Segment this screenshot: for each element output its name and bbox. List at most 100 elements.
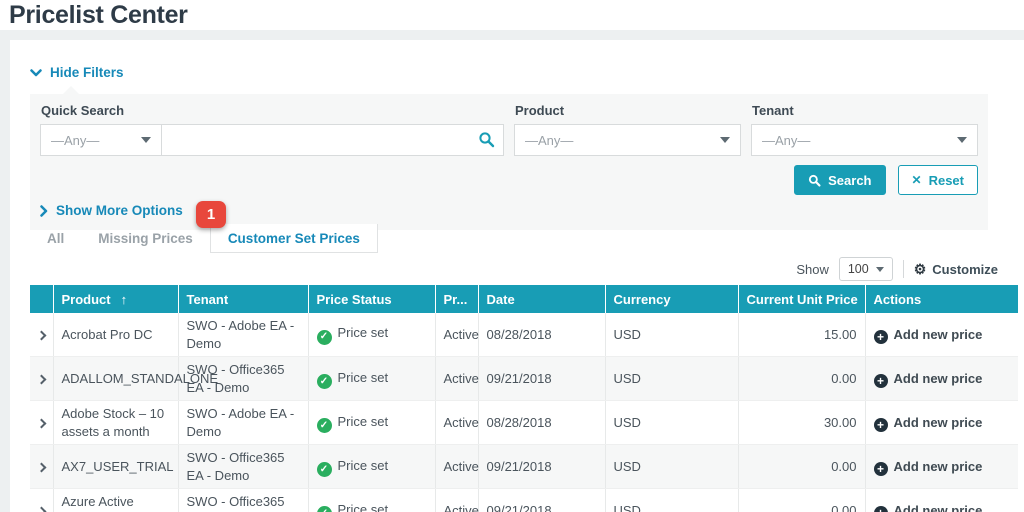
unit-price-cell: 30.00 bbox=[738, 401, 865, 445]
check-circle-icon: ✓ bbox=[317, 330, 332, 345]
search-button[interactable]: Search bbox=[794, 165, 885, 195]
plus-circle-icon: + bbox=[874, 462, 888, 476]
product-select-value: —Any— bbox=[525, 133, 573, 148]
sort-asc-icon: ↑ bbox=[121, 292, 128, 307]
tab-bar: All Missing Prices Customer Set Prices bbox=[30, 224, 378, 253]
reset-button[interactable]: ✕ Reset bbox=[898, 165, 978, 195]
col-pr[interactable]: Pr... bbox=[435, 285, 478, 313]
divider bbox=[903, 260, 904, 278]
quick-search-input-wrap bbox=[161, 124, 504, 156]
date-cell: 09/21/2018 bbox=[478, 357, 605, 401]
product-cell: Azure Active Directory Basic bbox=[53, 489, 178, 512]
add-new-price-button[interactable]: +Add new price bbox=[865, 313, 1018, 357]
expand-row-icon[interactable] bbox=[37, 463, 47, 473]
pr-cell: Active bbox=[435, 445, 478, 489]
col-date[interactable]: Date bbox=[478, 285, 605, 313]
unit-price-cell: 0.00 bbox=[738, 357, 865, 401]
add-new-price-button[interactable]: +Add new price bbox=[865, 445, 1018, 489]
table-row[interactable]: Adobe Stock – 10 assets a month SWO - Ad… bbox=[30, 401, 1018, 445]
col-tenant[interactable]: Tenant bbox=[178, 285, 308, 313]
product-cell: Acrobat Pro DC bbox=[53, 313, 178, 357]
price-status-cell: ✓Price set bbox=[308, 445, 435, 489]
col-actions[interactable]: Actions bbox=[865, 285, 1018, 313]
currency-cell: USD bbox=[605, 357, 738, 401]
table-row[interactable]: Azure Active Directory Basic SWO - Offic… bbox=[30, 489, 1018, 512]
caret-down-icon bbox=[876, 267, 884, 272]
search-button-label: Search bbox=[828, 173, 871, 188]
plus-circle-icon: + bbox=[874, 330, 888, 344]
expand-row-icon[interactable] bbox=[37, 330, 47, 340]
col-product[interactable]: Product↑ bbox=[53, 285, 178, 313]
col-price-status[interactable]: Price Status bbox=[308, 285, 435, 313]
check-circle-icon: ✓ bbox=[317, 374, 332, 389]
product-filter-group: Product —Any— bbox=[514, 103, 741, 156]
caret-down-icon bbox=[957, 137, 967, 143]
filter-row: Quick Search —Any— bbox=[40, 103, 978, 156]
search-icon bbox=[478, 131, 495, 148]
quick-search-label: Quick Search bbox=[41, 103, 504, 118]
caret-down-icon bbox=[141, 137, 151, 143]
date-cell: 08/28/2018 bbox=[478, 313, 605, 357]
tab-customer-set-prices[interactable]: Customer Set Prices bbox=[210, 224, 378, 253]
price-status-cell: ✓Price set bbox=[308, 489, 435, 512]
tenant-cell: SWO - Office365 EA - Demo bbox=[178, 357, 308, 401]
tenant-filter-label: Tenant bbox=[752, 103, 978, 118]
expand-row-icon[interactable] bbox=[37, 507, 47, 512]
currency-cell: USD bbox=[605, 445, 738, 489]
plus-circle-icon: + bbox=[874, 418, 888, 432]
show-more-options-link[interactable]: Show More Options bbox=[40, 203, 183, 218]
table-controls: Show 100 ⚙ Customize bbox=[796, 257, 998, 281]
date-cell: 09/21/2018 bbox=[478, 445, 605, 489]
product-cell: Adobe Stock – 10 assets a month bbox=[53, 401, 178, 445]
pr-cell: Active bbox=[435, 489, 478, 512]
chevron-down-icon bbox=[30, 69, 42, 77]
col-currency[interactable]: Currency bbox=[605, 285, 738, 313]
gear-icon: ⚙ bbox=[914, 262, 927, 276]
reset-button-label: Reset bbox=[929, 173, 964, 188]
add-new-price-button[interactable]: +Add new price bbox=[865, 401, 1018, 445]
tenant-select-value: —Any— bbox=[762, 133, 810, 148]
page-title: Pricelist Center bbox=[0, 0, 1024, 30]
check-circle-icon: ✓ bbox=[317, 462, 332, 477]
table-row[interactable]: ADALLOM_STANDALONE SWO - Office365 EA - … bbox=[30, 357, 1018, 401]
quick-search-input[interactable] bbox=[161, 124, 504, 156]
tenant-cell: SWO - Adobe EA - Demo bbox=[178, 401, 308, 445]
date-cell: 09/21/2018 bbox=[478, 489, 605, 512]
unit-price-cell: 0.00 bbox=[738, 489, 865, 512]
col-expand bbox=[30, 285, 53, 313]
customize-label: Customize bbox=[932, 262, 998, 277]
page-size-select[interactable]: 100 bbox=[839, 257, 893, 281]
date-cell: 08/28/2018 bbox=[478, 401, 605, 445]
table-row[interactable]: AX7_USER_TRIAL SWO - Office365 EA - Demo… bbox=[30, 445, 1018, 489]
currency-cell: USD bbox=[605, 401, 738, 445]
add-new-price-button[interactable]: +Add new price bbox=[865, 357, 1018, 401]
add-new-price-button[interactable]: +Add new price bbox=[865, 489, 1018, 512]
tenant-select[interactable]: —Any— bbox=[751, 124, 978, 156]
check-circle-icon: ✓ bbox=[317, 418, 332, 433]
currency-cell: USD bbox=[605, 489, 738, 512]
table-row[interactable]: Acrobat Pro DC SWO - Adobe EA - Demo ✓Pr… bbox=[30, 313, 1018, 357]
pr-cell: Active bbox=[435, 357, 478, 401]
show-more-options-label: Show More Options bbox=[56, 203, 183, 218]
expand-row-icon[interactable] bbox=[37, 419, 47, 429]
show-label: Show bbox=[796, 262, 829, 277]
col-current-unit-price[interactable]: Current Unit Price bbox=[738, 285, 865, 313]
quick-search-type-value: —Any— bbox=[51, 133, 99, 148]
product-filter-label: Product bbox=[515, 103, 741, 118]
quick-search-type-select[interactable]: —Any— bbox=[40, 124, 162, 156]
tenant-cell: SWO - Office365 EA - Demo bbox=[178, 489, 308, 512]
tenant-filter-group: Tenant —Any— bbox=[751, 103, 978, 156]
tab-missing-prices[interactable]: Missing Prices bbox=[81, 224, 210, 253]
unit-price-cell: 0.00 bbox=[738, 445, 865, 489]
product-select[interactable]: —Any— bbox=[514, 124, 741, 156]
product-cell: AX7_USER_TRIAL bbox=[53, 445, 178, 489]
tab-all[interactable]: All bbox=[30, 224, 81, 253]
expand-row-icon[interactable] bbox=[37, 374, 47, 384]
pr-cell: Active bbox=[435, 401, 478, 445]
filter-buttons-row: Search ✕ Reset bbox=[40, 165, 978, 195]
hide-filters-label: Hide Filters bbox=[50, 65, 124, 80]
plus-circle-icon: + bbox=[874, 374, 888, 388]
customize-button[interactable]: ⚙ Customize bbox=[914, 262, 998, 277]
hide-filters-toggle[interactable]: Hide Filters bbox=[30, 65, 124, 80]
tenant-cell: SWO - Adobe EA - Demo bbox=[178, 313, 308, 357]
